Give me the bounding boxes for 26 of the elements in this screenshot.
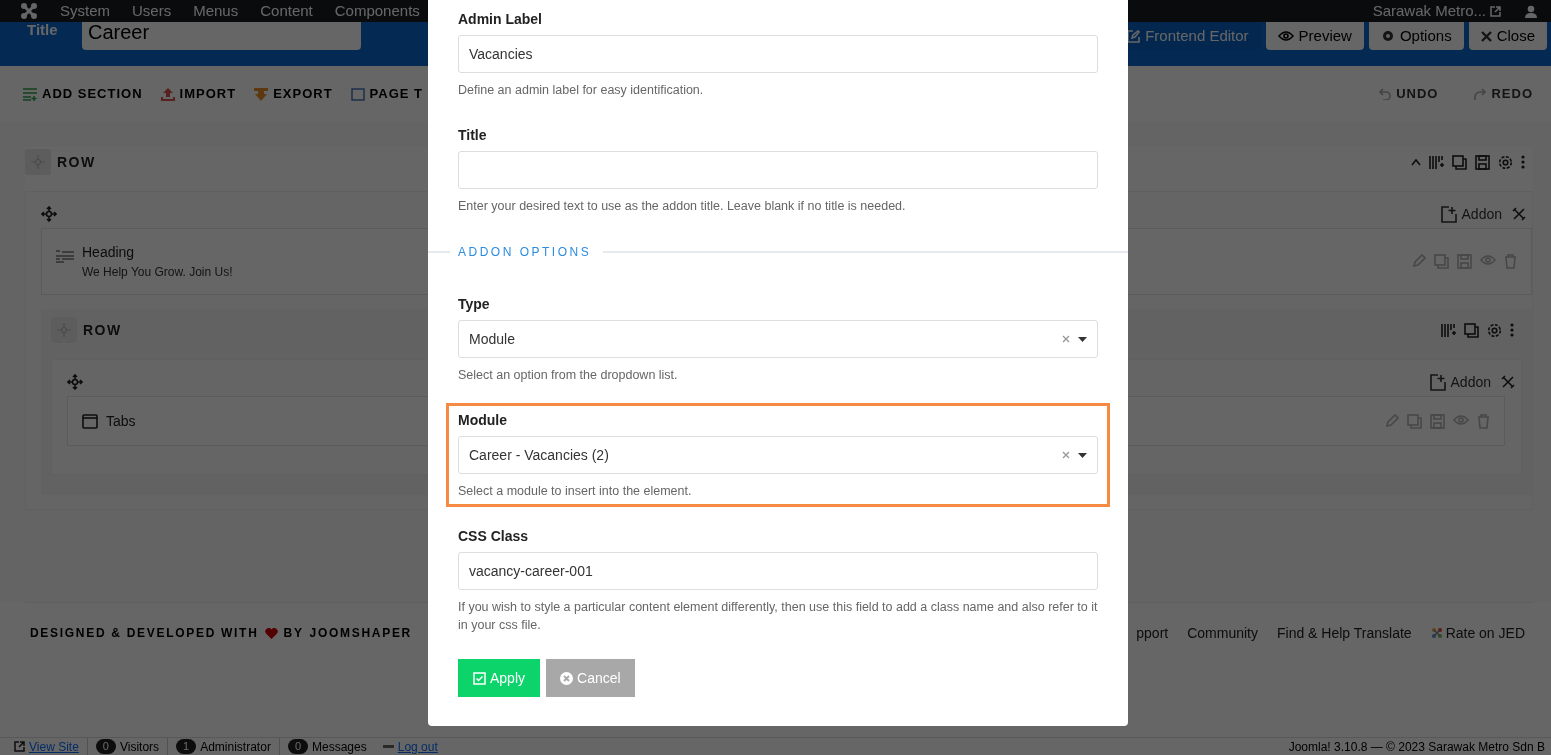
count-badge: 0 xyxy=(95,739,116,754)
field-label: Type xyxy=(458,295,491,314)
credit-text: BY xyxy=(283,625,304,642)
addon-name: Tabs xyxy=(106,411,136,431)
row-label: ROW xyxy=(57,152,96,172)
help-text: Define an admin label for easy identification. xyxy=(458,82,705,99)
count-badge: 1 xyxy=(176,739,197,754)
count-badge: 0 xyxy=(287,739,308,754)
row-label: ROW xyxy=(83,320,122,340)
help-text: If you wish to style a particular content element differently, then use this field to add a class name and also refer to it in your css file. xyxy=(458,599,1098,634)
section-heading: ADDON OPTIONS xyxy=(457,244,593,261)
field-label: Module xyxy=(458,411,508,430)
version-text: Joomla! 3.10.8 — © 2023 Sarawak Metro Sdn B xyxy=(1288,738,1545,755)
field-label: CSS Class xyxy=(458,527,530,546)
help-text: Select an option from the dropdown list. xyxy=(458,367,679,384)
help-text: Enter your desired text to use as the addon title. Leave blank if no title is needed. xyxy=(458,198,907,215)
addon-subtitle: We Help You Grow. Join Us! xyxy=(82,264,233,281)
addon-name: Heading xyxy=(82,243,136,262)
credit-text: DESIGNED & DEVELOPED WITH xyxy=(30,625,259,642)
status-label: Administrator xyxy=(200,738,271,755)
field-label: Admin Label xyxy=(458,10,543,29)
field-label: Title xyxy=(458,126,488,145)
status-label: Messages xyxy=(312,738,367,755)
status-label: Visitors xyxy=(119,738,160,755)
help-text: Select a module to insert into the element. xyxy=(458,483,693,500)
title-label: Title xyxy=(27,22,59,38)
